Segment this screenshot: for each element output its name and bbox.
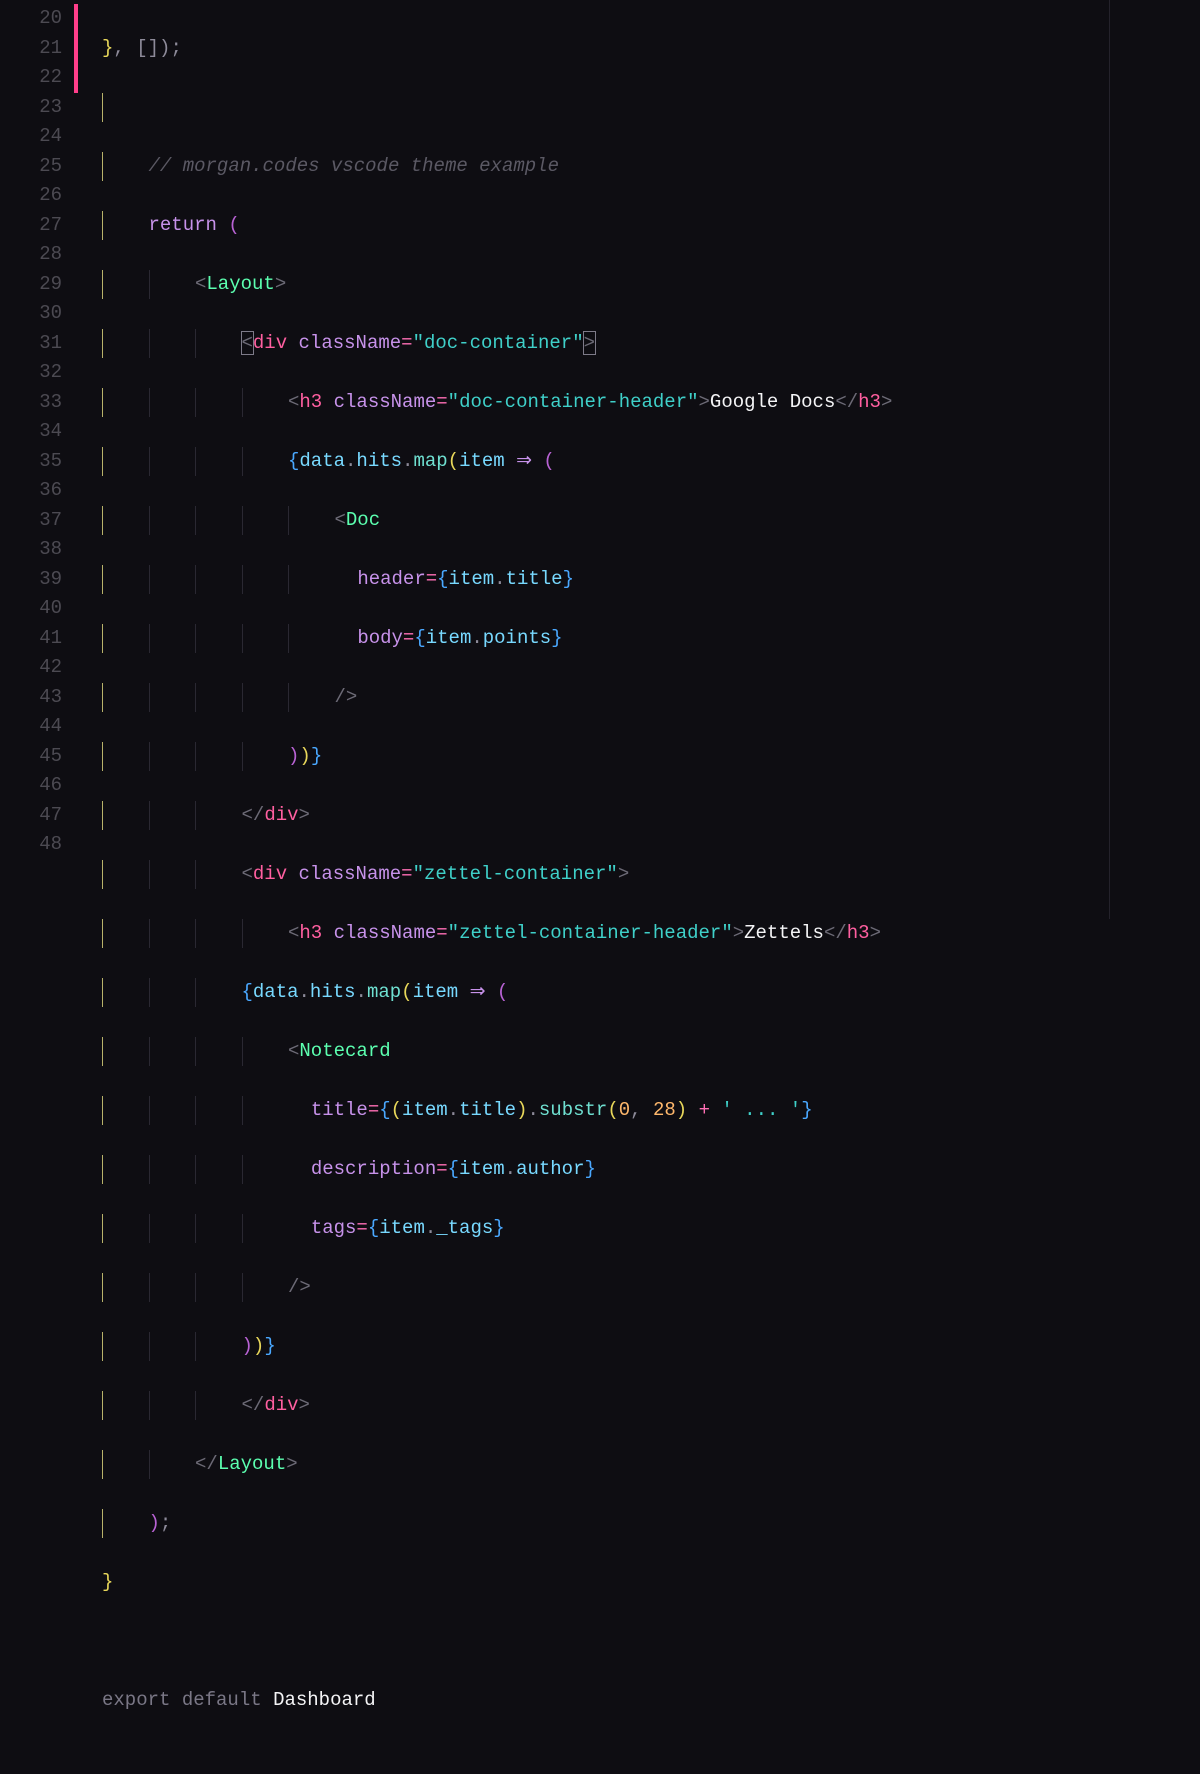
code-area[interactable]: }, []); // morgan.codes vscode theme exa… [74, 0, 1200, 919]
line-number: 42 [0, 653, 74, 683]
code-line[interactable]: ))} [102, 742, 1200, 772]
code-line[interactable]: tags={item._tags} [102, 1214, 1200, 1244]
line-number: 40 [0, 594, 74, 624]
line-number: 38 [0, 535, 74, 565]
line-number: 30 [0, 299, 74, 329]
code-line[interactable]: {data.hits.map(item ⇒ ( [102, 447, 1200, 477]
line-number: 22 [0, 63, 74, 93]
code-line[interactable]: // morgan.codes vscode theme example [102, 152, 1200, 182]
line-number: 36 [0, 476, 74, 506]
cursor: < [241, 331, 254, 355]
line-number: 33 [0, 388, 74, 418]
code-line[interactable]: title={(item.title).substr(0, 28) + ' ..… [102, 1096, 1200, 1126]
line-number: 24 [0, 122, 74, 152]
line-number: 23 [0, 93, 74, 123]
line-number: 25 [0, 152, 74, 182]
code-line[interactable]: </Layout> [102, 1450, 1200, 1480]
code-line[interactable]: description={item.author} [102, 1155, 1200, 1185]
code-line[interactable]: /> [102, 1273, 1200, 1303]
line-number: 35 [0, 447, 74, 477]
code-line[interactable]: <h3 className="zettel-container-header">… [102, 919, 1200, 949]
code-line[interactable]: </div> [102, 1391, 1200, 1421]
code-line[interactable]: ); [102, 1509, 1200, 1539]
code-line[interactable]: export default Dashboard [102, 1686, 1200, 1716]
code-line[interactable]: <div className="doc-container"> [102, 329, 1200, 359]
code-line[interactable]: ))} [102, 1332, 1200, 1362]
line-number: 27 [0, 211, 74, 241]
line-number: 31 [0, 329, 74, 359]
line-number-gutter: 20 21 22 23 24 25 26 27 28 29 30 31 32 3… [0, 0, 74, 919]
line-number: 45 [0, 742, 74, 772]
code-line[interactable] [102, 1627, 1200, 1657]
line-number: 46 [0, 771, 74, 801]
code-line[interactable]: <h3 className="doc-container-header">Goo… [102, 388, 1200, 418]
line-number: 48 [0, 830, 74, 860]
line-number: 41 [0, 624, 74, 654]
code-line[interactable]: <Layout> [102, 270, 1200, 300]
code-line[interactable]: body={item.points} [102, 624, 1200, 654]
line-number: 34 [0, 417, 74, 447]
code-editor[interactable]: 20 21 22 23 24 25 26 27 28 29 30 31 32 3… [0, 0, 1200, 919]
code-line[interactable]: return ( [102, 211, 1200, 241]
code-line[interactable]: </div> [102, 801, 1200, 831]
code-line[interactable] [102, 93, 1200, 123]
code-line[interactable]: <Doc [102, 506, 1200, 536]
comment: // morgan.codes vscode theme example [149, 155, 559, 177]
code-line[interactable]: } [102, 1568, 1200, 1598]
code-line[interactable]: {data.hits.map(item ⇒ ( [102, 978, 1200, 1008]
line-number: 21 [0, 34, 74, 64]
line-number: 32 [0, 358, 74, 388]
code-line[interactable]: }, []); [102, 34, 1200, 64]
code-line[interactable]: <div className="zettel-container"> [102, 860, 1200, 890]
code-line[interactable]: <Notecard [102, 1037, 1200, 1067]
line-number: 43 [0, 683, 74, 713]
code-line[interactable]: /> [102, 683, 1200, 713]
code-line[interactable]: header={item.title} [102, 565, 1200, 595]
line-number: 47 [0, 801, 74, 831]
line-number: 39 [0, 565, 74, 595]
line-number: 26 [0, 181, 74, 211]
line-number: 29 [0, 270, 74, 300]
line-number: 28 [0, 240, 74, 270]
line-number: 37 [0, 506, 74, 536]
line-number: 44 [0, 712, 74, 742]
line-number: 20 [0, 4, 74, 34]
